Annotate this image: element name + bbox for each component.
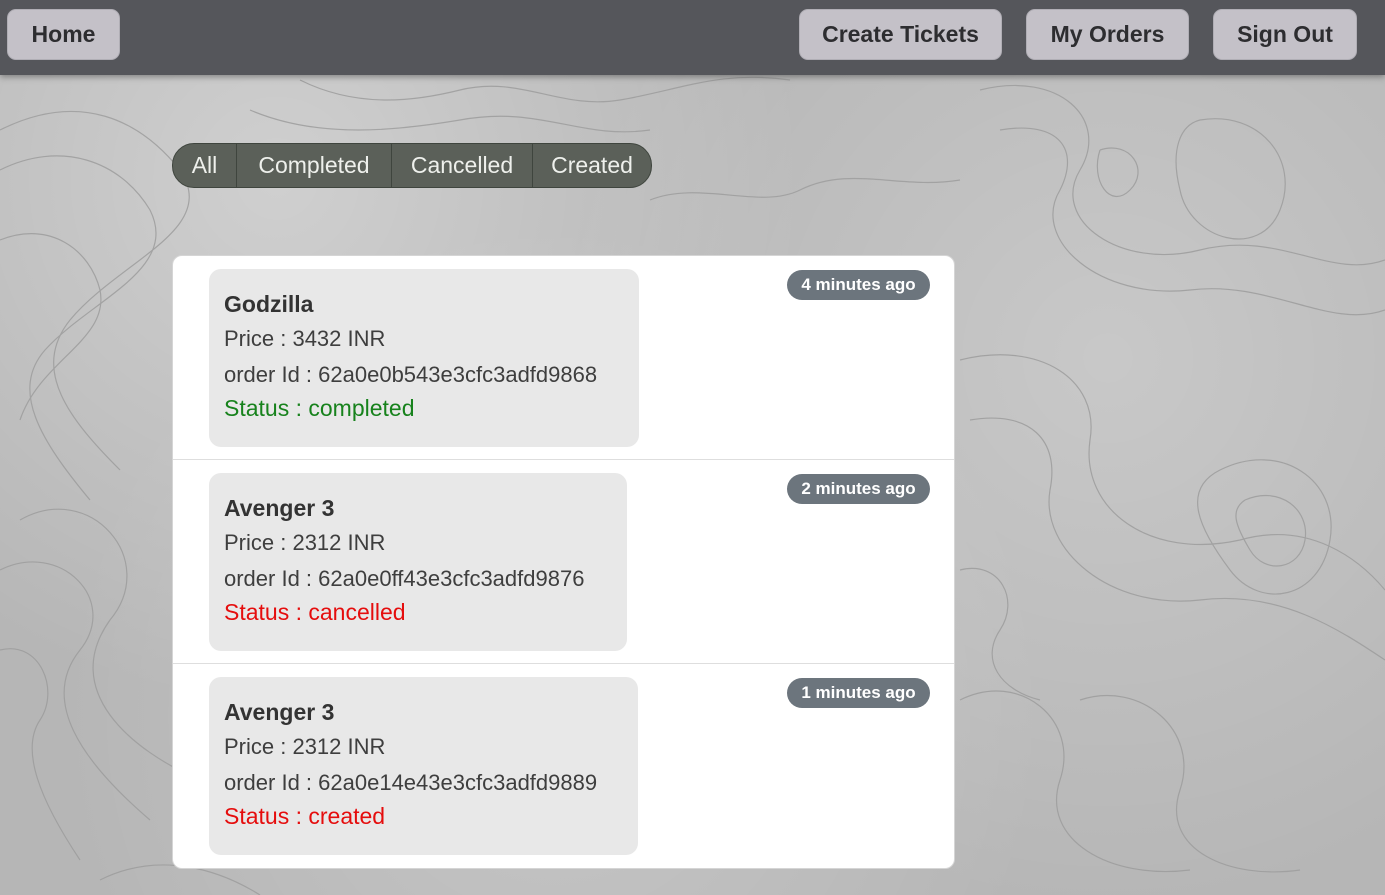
order-title: Avenger 3 [224,699,335,725]
status-filter-group: All Completed Cancelled Created [172,143,652,188]
my-orders-button[interactable]: My Orders [1026,9,1189,60]
order-card[interactable]: Avenger 3 Price : 2312 INR order Id : 62… [209,473,627,651]
filter-created-button[interactable]: Created [533,144,651,187]
order-status: Status : cancelled [224,599,406,625]
home-button[interactable]: Home [7,9,120,60]
create-tickets-button[interactable]: Create Tickets [799,9,1002,60]
top-navbar: Home Create Tickets My Orders Sign Out [0,0,1385,75]
order-title: Godzilla [224,291,314,317]
order-row: Godzilla Price : 3432 INR order Id : 62a… [173,256,954,460]
filter-completed-button[interactable]: Completed [237,144,392,187]
order-row: Avenger 3 Price : 2312 INR order Id : 62… [173,664,954,868]
order-row: Avenger 3 Price : 2312 INR order Id : 62… [173,460,954,664]
order-title: Avenger 3 [224,495,335,521]
sign-out-button[interactable]: Sign Out [1213,9,1357,60]
filter-cancelled-button[interactable]: Cancelled [392,144,533,187]
order-card[interactable]: Godzilla Price : 3432 INR order Id : 62a… [209,269,639,447]
time-badge: 2 minutes ago [787,474,930,504]
order-status: Status : created [224,803,386,829]
order-id: order Id : 62a0e0ff43e3cfc3adfd9876 [224,566,585,591]
order-price: Price : 3432 INR [224,326,386,351]
time-badge: 1 minutes ago [787,678,930,708]
order-price: Price : 2312 INR [224,530,386,555]
order-card[interactable]: Avenger 3 Price : 2312 INR order Id : 62… [209,677,638,855]
order-status: Status : completed [224,395,415,421]
order-id: order Id : 62a0e14e43e3cfc3adfd9889 [224,770,598,795]
time-badge: 4 minutes ago [787,270,930,300]
filter-all-button[interactable]: All [173,144,237,187]
order-list: Godzilla Price : 3432 INR order Id : 62a… [172,255,955,869]
order-price: Price : 2312 INR [224,734,386,759]
order-id: order Id : 62a0e0b543e3cfc3adfd9868 [224,362,598,387]
